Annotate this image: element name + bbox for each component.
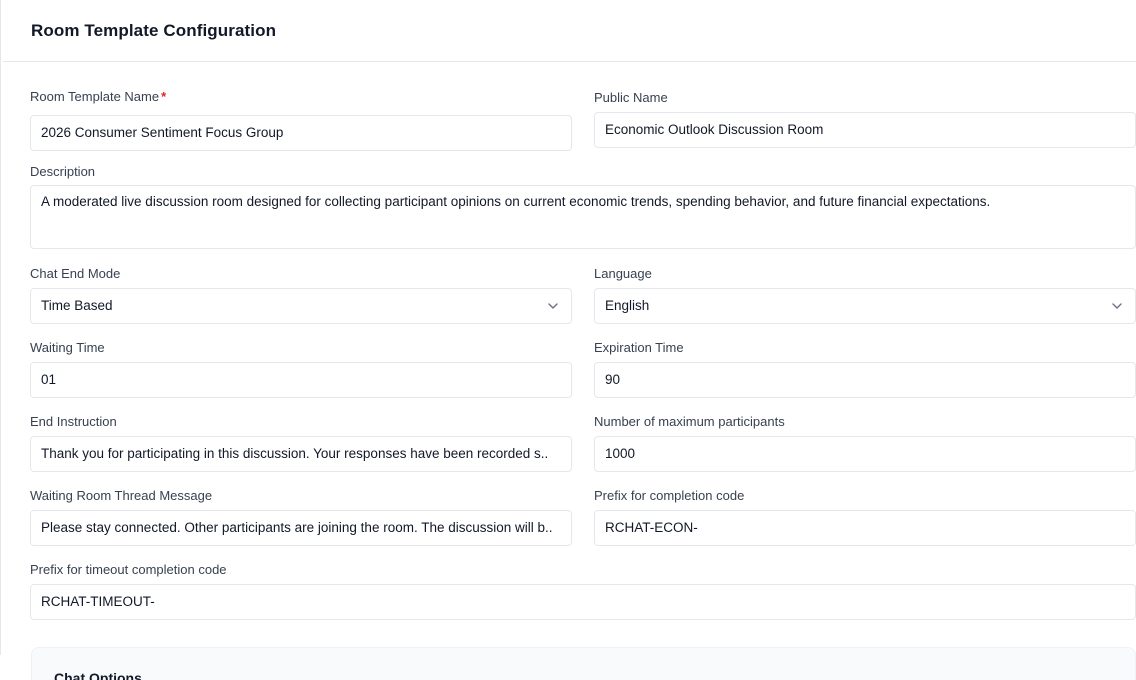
expiration-time-input[interactable]: 90 xyxy=(594,362,1136,398)
chat-end-mode-select[interactable]: Time Based xyxy=(30,288,572,324)
chat-options-title: Chat Options xyxy=(54,670,142,680)
language-label: Language xyxy=(594,266,652,281)
public-name-label: Public Name xyxy=(594,90,668,105)
max-participants-input[interactable]: 1000 xyxy=(594,436,1136,472)
completion-prefix-input[interactable]: RCHAT-ECON- xyxy=(594,510,1136,546)
page-title: Room Template Configuration xyxy=(31,21,277,40)
public-name-input[interactable]: Economic Outlook Discussion Room xyxy=(594,112,1136,148)
end-instruction-input[interactable]: Thank you for participating in this disc… xyxy=(30,436,572,472)
chevron-down-icon xyxy=(548,303,558,309)
room-template-page: Room Template Configuration Room Templat… xyxy=(0,0,1136,680)
waiting-room-message-input[interactable]: Please stay connected. Other participant… xyxy=(30,510,572,546)
timeout-prefix-input[interactable]: RCHAT-TIMEOUT- xyxy=(30,584,1136,620)
language-select[interactable]: English xyxy=(594,288,1136,324)
description-textarea[interactable]: A moderated live discussion room designe… xyxy=(30,185,1136,249)
room-template-name-label: Room Template Name * xyxy=(30,89,167,104)
chevron-down-icon xyxy=(1112,303,1122,309)
chat-options-panel: Chat Options xyxy=(31,647,1136,680)
left-divider xyxy=(0,0,1,655)
description-label: Description xyxy=(30,164,96,179)
required-mark: * xyxy=(161,89,167,104)
page-header: Room Template Configuration xyxy=(3,0,1136,62)
expiration-time-label: Expiration Time xyxy=(594,340,684,355)
room-template-name-input[interactable]: 2026 Consumer Sentiment Focus Group xyxy=(30,115,572,151)
end-instruction-label: End Instruction xyxy=(30,414,117,429)
waiting-time-input[interactable]: 01 xyxy=(30,362,572,398)
timeout-prefix-label: Prefix for timeout completion code xyxy=(30,562,227,577)
chat-end-mode-label: Chat End Mode xyxy=(30,266,121,281)
language-value: English xyxy=(605,298,650,313)
waiting-room-message-label: Waiting Room Thread Message xyxy=(30,488,213,503)
waiting-time-label: Waiting Time xyxy=(30,340,105,355)
completion-prefix-label: Prefix for completion code xyxy=(594,488,745,503)
chat-end-mode-value: Time Based xyxy=(41,298,113,313)
max-participants-label: Number of maximum participants xyxy=(594,414,785,429)
